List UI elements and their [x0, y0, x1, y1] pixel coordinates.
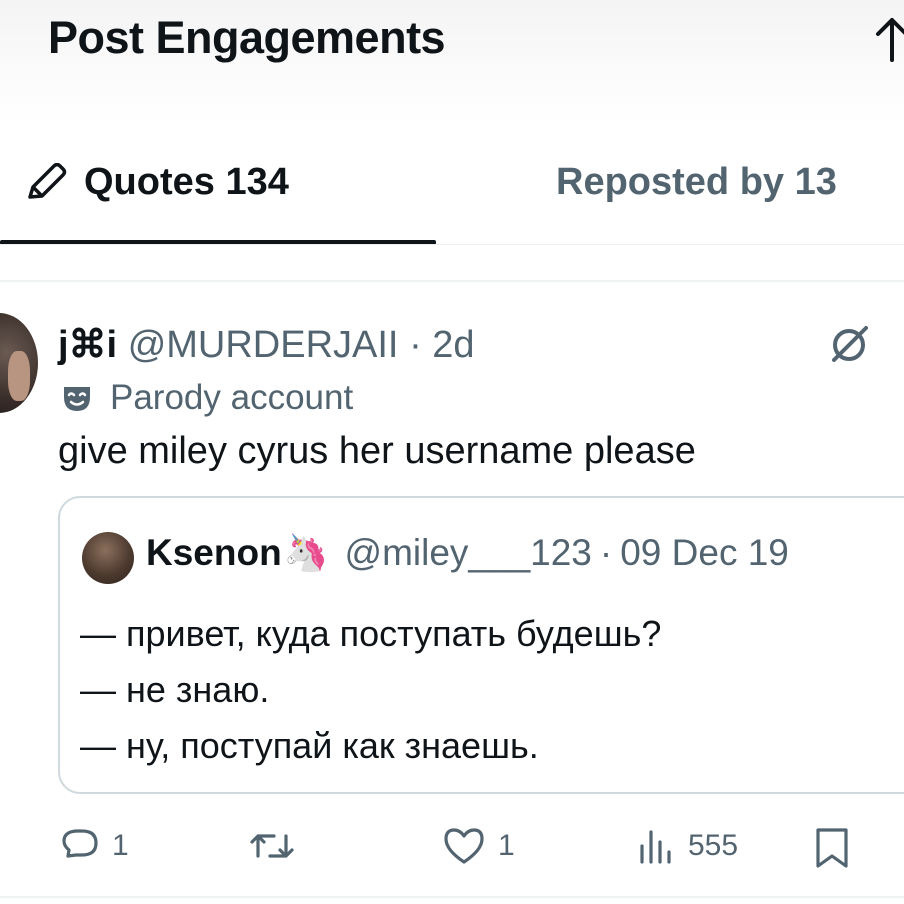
author-name[interactable]: j⌘i — [58, 324, 117, 366]
list-separator — [0, 280, 904, 282]
separator-dot: · — [599, 532, 613, 573]
header: Post Engagements — [0, 0, 904, 125]
author-handle[interactable]: @MURDERJAII — [128, 324, 399, 366]
unicorn-emoji: 🦄 — [283, 532, 329, 573]
reply-button[interactable]: 1 — [60, 826, 129, 866]
quoted-avatar — [82, 532, 134, 584]
tab-quotes-label: Quotes 134 — [84, 161, 289, 203]
views-button[interactable]: 555 — [636, 826, 738, 866]
arrow-up-icon[interactable] — [872, 14, 904, 64]
views-chart-icon — [640, 830, 671, 864]
repost-icon — [250, 834, 294, 858]
post-text: give miley cyrus her username please — [58, 430, 696, 472]
heart-icon — [444, 828, 484, 864]
quoted-text-line: — ну, поступай как знаешь. — [80, 725, 539, 766]
bookmark-icon — [816, 828, 848, 868]
quoted-author-name: Ksenon — [146, 532, 282, 573]
quoted-post-header: Ksenon 🦄 @miley___123 · 09 Dec 19 — [146, 532, 789, 574]
engagement-tabs: Quotes 134 Reposted by 13 — [0, 125, 904, 245]
reply-count: 1 — [112, 829, 129, 862]
quoted-text-line: — привет, куда поступать будешь? — [80, 613, 662, 654]
bookmark-button[interactable] — [812, 826, 852, 870]
post-actions: 1 1 555 — [0, 822, 904, 882]
post-header: j⌘i @MURDERJAII · 2d — [58, 322, 475, 367]
like-button[interactable]: 1 — [442, 826, 515, 866]
pencil-icon — [28, 162, 67, 199]
repost-button[interactable] — [248, 826, 308, 866]
tab-reposted-by[interactable]: Reposted by 13 — [556, 161, 837, 204]
page-title: Post Engagements — [48, 12, 446, 63]
avatar[interactable] — [0, 313, 38, 413]
parody-label: Parody account — [110, 378, 354, 417]
post-time[interactable]: 2d — [432, 324, 474, 366]
quoted-post-text: — привет, куда поступать будешь? — не зн… — [80, 606, 661, 774]
reply-icon — [62, 829, 98, 858]
quoted-post[interactable]: Ksenon 🦄 @miley___123 · 09 Dec 19 — прив… — [58, 496, 904, 794]
quoted-author-handle: @miley___123 — [344, 532, 592, 573]
like-count: 1 — [498, 829, 515, 862]
bottom-divider — [0, 896, 904, 898]
tab-quotes[interactable]: Quotes 134 — [24, 161, 289, 204]
quoted-text-line: — не знаю. — [80, 669, 270, 710]
grok-icon[interactable] — [828, 322, 872, 366]
parody-badge: Parody account — [62, 378, 353, 418]
separator-dot: · — [409, 324, 422, 366]
mask-icon — [64, 387, 90, 411]
quoted-post-date: 09 Dec 19 — [620, 532, 789, 573]
tabs-divider — [0, 244, 904, 245]
views-count: 555 — [688, 829, 739, 862]
